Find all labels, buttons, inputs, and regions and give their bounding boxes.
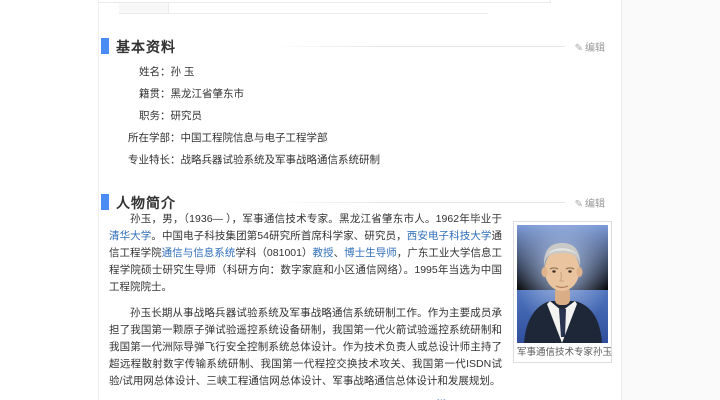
edit-pencil-icon: ✎ [575, 199, 583, 210]
info-value: 战略兵器试验系统及军事战略通信系统研制 [181, 154, 381, 166]
info-row-position: 职务：研究员 [99, 105, 621, 127]
inline-link[interactable]: 西安电子科技大学 [407, 230, 492, 242]
edit-button-basic-info[interactable]: ✎编辑 [575, 39, 605, 54]
inline-link[interactable]: 清华大学 [109, 230, 151, 242]
remnant-header-cell [119, 3, 169, 13]
text-segment: 、 [334, 247, 345, 259]
edit-button-profile[interactable]: ✎编辑 [575, 195, 605, 210]
basic-info-rows: 姓名：孙 玉 籍贯：黑龙江省肇东市 职务：研究员 所在学部：中国工程院信息与电子… [99, 61, 621, 171]
section-marker [101, 194, 109, 210]
info-row-specialty: 专业特长：战略兵器试验系统及军事战略通信系统研制 [99, 149, 621, 171]
info-label: 姓名： [139, 66, 171, 78]
text-segment: 孙玉长期从事战略兵器试验系统及军事战略通信系统研制工作。作为主要成员承担了我国第… [109, 307, 502, 387]
profile-body: 军事通信技术专家孙玉 孙玉，男，（1936— ），军事通信技术专家。黑龙江省肇东… [109, 211, 612, 400]
info-row-name: 姓名：孙 玉 [99, 61, 621, 83]
section-title: 人物简介 [116, 193, 176, 213]
edit-pencil-icon: ✎ [575, 43, 583, 54]
edit-label: 编辑 [585, 43, 605, 54]
inline-link[interactable]: 通信与信息系统 [162, 247, 236, 259]
text-segment: 孙玉，男，（1936— ），军事通信技术专家。黑龙江省肇东市人。1962年毕业于 [130, 213, 502, 225]
portrait-photo [517, 225, 608, 343]
section-header-profile: 人物简介 ✎编辑 [99, 192, 613, 212]
edit-label: 编辑 [585, 199, 605, 210]
header-rule [274, 46, 565, 47]
info-value: 研究员 [171, 110, 203, 122]
inline-link[interactable]: 博士生导师 [344, 247, 397, 259]
right-gutter-panel [621, 0, 720, 400]
info-value: 中国工程院信息与电子工程学部 [181, 132, 328, 144]
portrait-photo-card[interactable]: 军事通信技术专家孙玉 [513, 221, 612, 363]
info-label: 籍贯： [139, 88, 171, 100]
section-marker [101, 38, 109, 54]
info-value: 黑龙江省肇东市 [171, 88, 245, 100]
article-content: 基本资料 ✎编辑 姓名：孙 玉 籍贯：黑龙江省肇东市 职务：研究员 所在学部：中… [98, 0, 620, 400]
section-title: 基本资料 [116, 37, 176, 57]
inline-link[interactable]: 教授 [313, 247, 334, 259]
text-segment: 。中国电子科技集团第54研究所首席科学家、研究员， [151, 230, 406, 242]
remnant-column-border [550, 0, 551, 3]
section-header-basic-info: 基本资料 ✎编辑 [99, 36, 613, 56]
info-row-birthplace: 籍贯：黑龙江省肇东市 [99, 83, 621, 105]
remnant-border-bottom [119, 13, 488, 14]
info-label: 所在学部： [128, 132, 181, 144]
info-label: 职务： [139, 110, 171, 122]
baike-article-page: 基本资料 ✎编辑 姓名：孙 玉 籍贯：黑龙江省肇东市 职务：研究员 所在学部：中… [0, 0, 720, 400]
info-value: 孙 玉 [171, 66, 195, 78]
text-segment: 学科（081001） [235, 247, 312, 259]
info-label: 专业特长： [128, 154, 181, 166]
photo-caption: 军事通信技术专家孙玉 [517, 343, 608, 359]
info-row-division: 所在学部：中国工程院信息与电子工程学部 [99, 127, 621, 149]
header-rule [274, 202, 565, 203]
